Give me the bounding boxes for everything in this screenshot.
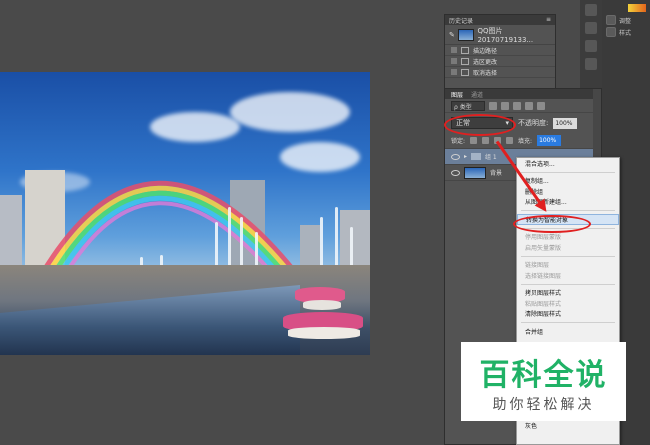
watermark-title: 百科全说: [479, 357, 608, 393]
menu-item[interactable]: 清除图层样式: [517, 309, 619, 320]
styles-label: 样式: [619, 29, 632, 37]
canvas-image[interactable]: [0, 72, 370, 355]
menu-separator: [521, 255, 615, 257]
menu-item: 粘贴图层样式: [525, 300, 562, 308]
lock-transparent-icon[interactable]: [470, 137, 478, 144]
history-state-label: 取消选择: [473, 69, 498, 77]
menu-separator: [521, 322, 615, 323]
menu-item: 选择链接图层: [525, 272, 562, 280]
snapshot-thumbnail: [457, 28, 475, 41]
character-icon[interactable]: [585, 22, 597, 34]
snapshot-name: QQ图片20170719133...: [477, 26, 534, 44]
visibility-eye-icon[interactable]: [451, 153, 460, 160]
adjustments-icon: [606, 15, 616, 25]
fill-field[interactable]: 100%: [537, 135, 562, 146]
layers-panel-tabs: 图层 通道: [445, 89, 601, 99]
adjustment-filter-icon[interactable]: [501, 101, 509, 110]
history-panel-title: 历史记录: [449, 18, 474, 25]
styles-icon: [606, 27, 616, 37]
panel-menu-icon[interactable]: ≡: [546, 16, 551, 24]
highlight-ring-menu-item: [513, 215, 591, 233]
lock-image-icon[interactable]: [482, 137, 490, 144]
menu-item[interactable]: 从图层新建组...: [517, 197, 619, 208]
menu-separator: [521, 171, 615, 173]
brush-source-icon: ✎: [449, 30, 455, 39]
history-panel: 历史记录 ≡ ✎ QQ图片20170719133... 描边路径 选区更改 取消…: [444, 14, 556, 92]
opacity-field[interactable]: 100%: [553, 117, 578, 129]
visibility-eye-icon[interactable]: [451, 169, 460, 176]
info-icon[interactable]: [585, 58, 597, 70]
history-panel-header: 历史记录 ≡: [445, 15, 555, 25]
history-icon[interactable]: [585, 4, 597, 16]
menu-item: 启用矢量蒙版: [525, 244, 562, 252]
watermark-logo: 百科全说 助你轻松解决: [461, 342, 626, 421]
layer-filter-row: ρ 类型: [445, 99, 601, 113]
history-state-label: 选区更改: [473, 58, 498, 66]
history-state-icon: [461, 46, 469, 54]
adjustments-button[interactable]: 调整: [606, 14, 646, 26]
menu-item: 停用图层蒙版: [525, 234, 562, 242]
folder-icon: [471, 153, 482, 160]
expand-triangle-icon[interactable]: ▸: [464, 153, 467, 160]
layer-name: 背景: [490, 170, 503, 177]
history-brush-box[interactable]: [451, 47, 457, 53]
history-snapshot[interactable]: ✎ QQ图片20170719133...: [445, 25, 555, 45]
fill-label: 填充:: [518, 138, 533, 145]
menu-separator: [521, 283, 615, 285]
layer-kind-filter[interactable]: ρ 类型: [451, 100, 485, 111]
history-brush-box[interactable]: [451, 69, 457, 75]
flower-planter: [303, 300, 341, 310]
menu-item[interactable]: 拷贝图层样式: [517, 288, 619, 299]
tool-icon-column: [580, 0, 602, 90]
pixel-filter-icon[interactable]: [489, 101, 497, 110]
menu-item[interactable]: 复制组...: [517, 176, 619, 187]
lock-label: 锁定:: [451, 138, 466, 145]
history-state[interactable]: 选区更改: [445, 56, 555, 67]
history-state-label: 描边路径: [473, 47, 498, 55]
history-state[interactable]: 描边路径: [445, 45, 555, 56]
smart-object-filter-icon[interactable]: [537, 101, 545, 110]
layer-thumbnail: [464, 166, 486, 179]
opacity-label: 不透明度:: [518, 119, 549, 127]
menu-item: 链接图层: [525, 262, 550, 270]
tab-layers[interactable]: 图层: [451, 90, 463, 99]
history-state[interactable]: 取消选择: [445, 67, 555, 78]
history-brush-box[interactable]: [451, 58, 457, 64]
highlight-ring-blend: [444, 114, 516, 136]
menu-item[interactable]: 合并组: [517, 326, 619, 337]
menu-separator: [521, 210, 615, 211]
lock-all-icon[interactable]: [506, 137, 514, 144]
history-state-icon: [461, 57, 469, 65]
flower-planter: [288, 327, 360, 339]
menu-item[interactable]: 灰色: [517, 421, 619, 432]
adjustments-label: 调整: [619, 17, 632, 25]
menu-item[interactable]: 混合选项...: [517, 158, 619, 169]
history-state-icon: [461, 68, 469, 76]
type-filter-icon[interactable]: [513, 101, 521, 110]
color-swatch[interactable]: [628, 4, 646, 12]
tab-channels[interactable]: 通道: [471, 90, 483, 99]
layer-name: 组 1: [485, 154, 497, 161]
watermark-subtitle: 助你轻松解决: [492, 396, 595, 413]
shape-filter-icon[interactable]: [525, 101, 533, 110]
paragraph-icon[interactable]: [585, 40, 597, 52]
styles-button[interactable]: 样式: [606, 26, 646, 38]
